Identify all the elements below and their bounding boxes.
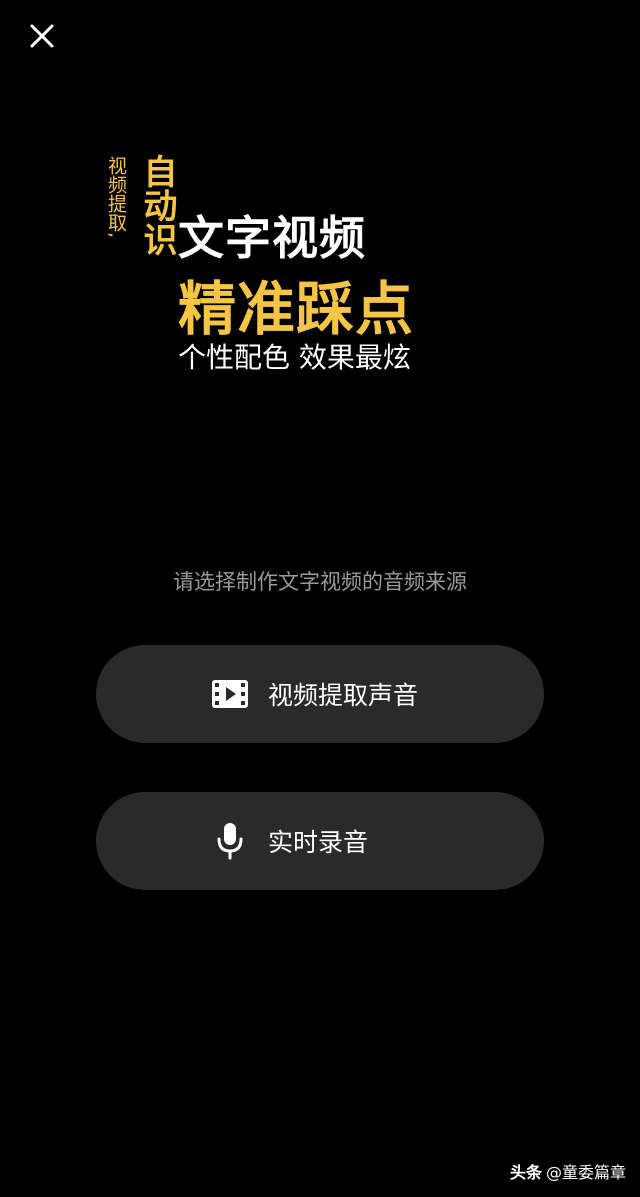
watermark-brand: 头条 xyxy=(509,1163,542,1182)
watermark: 头条 @童委篇章 xyxy=(510,1159,626,1183)
extract-from-video-button[interactable]: 视频提取声音 xyxy=(96,645,544,743)
source-prompt: 请选择制作文字视频的音频来源 xyxy=(173,570,467,594)
hero-banner: 视频提取, 自动识 文字视频 精准踩点 个性配色 效果最炫 xyxy=(100,150,540,380)
hero-title: 文字视频 xyxy=(178,211,366,265)
live-record-label: 实时录音 xyxy=(268,828,369,857)
extract-from-video-label: 视频提取声音 xyxy=(268,681,419,710)
close-button[interactable] xyxy=(20,14,64,58)
video-clip-icon xyxy=(210,674,250,714)
hero-vertical-big: 自动识 xyxy=(137,154,177,256)
hero-highlight: 精准踩点 xyxy=(178,275,415,343)
hero-vertical-small: 视频提取, xyxy=(105,156,127,239)
live-record-button[interactable]: 实时录音 xyxy=(96,792,544,890)
watermark-handle: @童委篇章 xyxy=(545,1163,626,1182)
hero-subtitle: 个性配色 效果最炫 xyxy=(178,341,411,374)
microphone-icon xyxy=(210,821,250,861)
close-icon xyxy=(30,24,54,48)
